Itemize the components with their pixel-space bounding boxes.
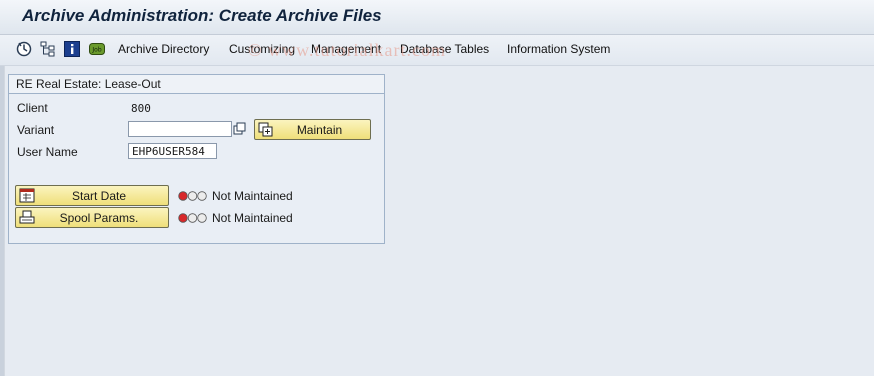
variant-label: Variant — [17, 123, 55, 137]
value-help-icon[interactable] — [233, 122, 247, 136]
client-label: Client — [17, 101, 48, 115]
menu-information-system[interactable]: Information System — [507, 42, 610, 56]
maintain-button[interactable]: Maintain — [254, 119, 371, 140]
start-date-status-light-icon — [178, 190, 208, 202]
user-name-input[interactable]: EHP6USER584 — [128, 143, 217, 159]
client-value: 800 — [131, 102, 151, 115]
page-title: Archive Administration: Create Archive F… — [22, 6, 382, 25]
user-name-label: User Name — [17, 145, 78, 159]
group-header: RE Real Estate: Lease-Out — [9, 75, 384, 94]
archive-group-box: RE Real Estate: Lease-Out Client 800 Var… — [8, 74, 385, 244]
start-date-button[interactable]: Start Date — [15, 185, 169, 206]
job-icon[interactable]: Job — [89, 41, 105, 57]
calendar-icon — [19, 188, 35, 203]
spool-params-label: Spool Params. — [59, 210, 139, 225]
watermark: © www.tutorialkart.com — [248, 40, 446, 60]
info-icon[interactable] — [64, 41, 80, 57]
svg-text:Job: Job — [91, 47, 101, 54]
group-title: RE Real Estate: Lease-Out — [16, 77, 161, 91]
variant-input[interactable] — [128, 121, 232, 137]
spool-params-button[interactable]: Spool Params. — [15, 207, 169, 228]
start-date-label: Start Date — [71, 188, 127, 203]
start-date-status: Not Maintained — [212, 189, 293, 203]
maintain-icon — [258, 122, 274, 137]
menu-archive-directory[interactable]: Archive Directory — [118, 42, 209, 56]
hierarchy-icon[interactable] — [40, 41, 56, 57]
title-bar: Archive Administration: Create Archive F… — [0, 0, 874, 35]
execute-icon[interactable] — [16, 41, 32, 57]
spool-status: Not Maintained — [212, 211, 293, 225]
printer-icon — [19, 210, 35, 225]
spool-status-light-icon — [178, 212, 208, 224]
